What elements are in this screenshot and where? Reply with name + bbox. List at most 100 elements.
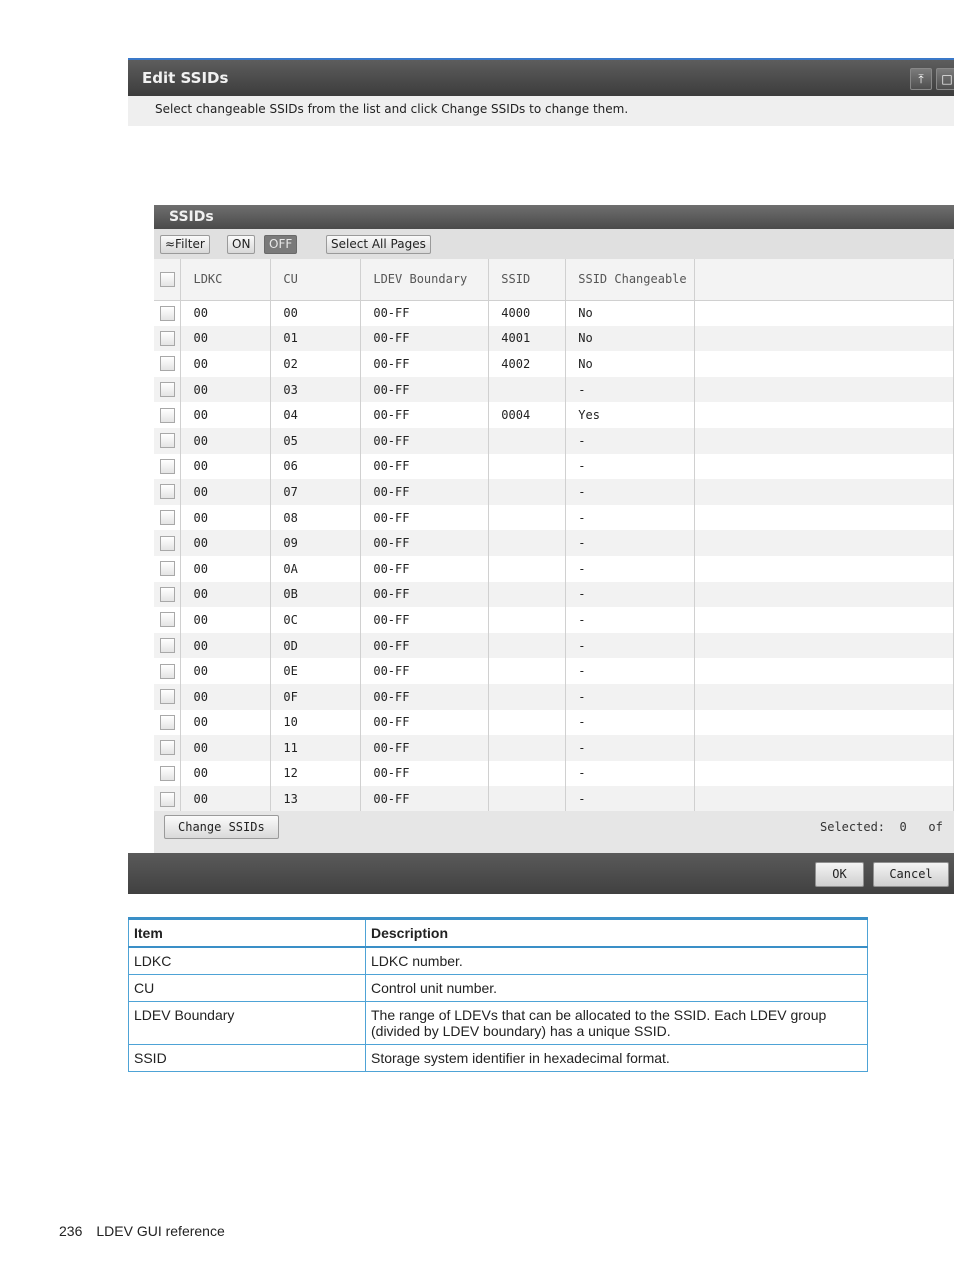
ok-button[interactable]: OK — [815, 862, 864, 887]
ssid-changeable-cell: - — [565, 530, 696, 556]
item-cell: LDKC — [128, 946, 366, 975]
ldkc-cell: 00 — [180, 402, 272, 428]
row-checkbox-cell — [154, 427, 182, 454]
blank-cell — [694, 479, 954, 505]
table-row[interactable]: 00 0B 00-FF - — [154, 581, 954, 608]
row-checkbox[interactable] — [159, 791, 175, 807]
column-header-ssid-changeable[interactable]: SSID Changeable — [565, 259, 696, 301]
row-checkbox-cell — [154, 351, 182, 377]
row-checkbox[interactable] — [159, 612, 175, 628]
blank-cell — [694, 683, 954, 710]
dialog-title: Edit SSIDs — [142, 69, 229, 87]
item-cell: LDEV Boundary — [128, 1001, 366, 1045]
ssid-changeable-cell: - — [565, 453, 696, 480]
row-checkbox[interactable] — [159, 689, 175, 705]
table-row: LDKC LDKC number. — [128, 946, 868, 975]
cu-cell: 0B — [270, 581, 362, 608]
table-row[interactable]: 00 13 00-FF - — [154, 786, 954, 811]
table-row[interactable]: 00 0F 00-FF - — [154, 683, 954, 710]
ldkc-cell: 00 — [180, 453, 272, 480]
row-checkbox[interactable] — [159, 433, 175, 449]
table-row: LDEV Boundary The range of LDEVs that ca… — [128, 1001, 868, 1045]
ssid-cell — [488, 607, 567, 633]
row-checkbox[interactable] — [159, 356, 175, 372]
page-footer: 236 LDEV GUI reference — [59, 1223, 239, 1239]
change-ssids-button[interactable]: Change SSIDs — [164, 815, 279, 839]
table-row[interactable]: 00 06 00-FF - — [154, 453, 954, 480]
filter-off-toggle[interactable]: OFF — [264, 235, 298, 254]
ssid-cell — [488, 581, 567, 608]
row-checkbox[interactable] — [159, 765, 175, 781]
maximize-icon[interactable]: □ — [936, 68, 954, 90]
select-all-pages-button[interactable]: Select All Pages — [326, 235, 431, 254]
table-row[interactable]: 00 0C 00-FF - — [154, 607, 954, 633]
ldev-boundary-cell: 00-FF — [360, 735, 490, 761]
table-row[interactable]: 00 0D 00-FF - — [154, 632, 954, 659]
blank-cell — [694, 402, 954, 428]
row-checkbox[interactable] — [159, 484, 175, 500]
row-checkbox[interactable] — [159, 740, 175, 756]
column-header-cu[interactable]: CU — [270, 259, 362, 301]
collapse-icon[interactable]: ⤒ — [910, 68, 932, 90]
row-checkbox[interactable] — [159, 561, 175, 577]
ssid-changeable-cell: Yes — [565, 402, 696, 428]
blank-cell — [694, 786, 954, 811]
row-checkbox[interactable] — [159, 305, 175, 321]
section-title: LDEV GUI reference — [96, 1223, 225, 1239]
ldkc-cell: 00 — [180, 555, 272, 582]
row-checkbox[interactable] — [159, 382, 175, 398]
description-cell: Storage system identifier in hexadecimal… — [365, 1044, 868, 1072]
table-row[interactable]: 00 04 00-FF 0004 Yes — [154, 402, 954, 428]
table-row[interactable]: 00 01 00-FF 4001 No — [154, 325, 954, 352]
table-row[interactable]: 00 05 00-FF - — [154, 427, 954, 454]
blank-cell — [694, 504, 954, 531]
ssid-cell — [488, 453, 567, 480]
cu-cell: 10 — [270, 709, 362, 736]
table-row[interactable]: 00 00 00-FF 4000 No — [154, 300, 954, 326]
row-checkbox[interactable] — [159, 638, 175, 654]
row-checkbox[interactable] — [159, 663, 175, 679]
panel-footer: Change SSIDs Selected: 0 of — [154, 811, 954, 853]
row-checkbox[interactable] — [159, 407, 175, 423]
blank-cell — [694, 658, 954, 684]
row-checkbox[interactable] — [159, 535, 175, 551]
blank-cell — [694, 632, 954, 659]
ssid-changeable-cell: - — [565, 786, 696, 811]
table-row[interactable]: 00 09 00-FF - — [154, 530, 954, 556]
cu-cell: 13 — [270, 786, 362, 811]
table-row[interactable]: 00 03 00-FF - — [154, 376, 954, 403]
ssid-changeable-cell: - — [565, 479, 696, 505]
table-row[interactable]: 00 0A 00-FF - — [154, 555, 954, 582]
ssid-cell — [488, 658, 567, 684]
ldkc-cell: 00 — [180, 351, 272, 377]
ldev-boundary-cell: 00-FF — [360, 683, 490, 710]
row-checkbox-cell — [154, 709, 182, 736]
column-header-ldkc[interactable]: LDKC — [180, 259, 272, 301]
table-row[interactable]: 00 08 00-FF - — [154, 504, 954, 531]
row-checkbox[interactable] — [159, 458, 175, 474]
row-checkbox[interactable] — [159, 510, 175, 526]
description-cell: LDKC number. — [365, 946, 868, 975]
ldev-boundary-cell: 00-FF — [360, 709, 490, 736]
ssid-cell — [488, 479, 567, 505]
blank-cell — [694, 351, 954, 377]
table-row[interactable]: 00 0E 00-FF - — [154, 658, 954, 684]
ldev-boundary-cell: 00-FF — [360, 658, 490, 684]
filter-on-toggle[interactable]: ON — [227, 235, 256, 254]
ldev-boundary-cell: 00-FF — [360, 786, 490, 811]
row-checkbox[interactable] — [159, 330, 175, 346]
table-row[interactable]: 00 12 00-FF - — [154, 760, 954, 787]
column-header-ldev-boundary[interactable]: LDEV Boundary — [360, 259, 490, 301]
table-row[interactable]: 00 10 00-FF - — [154, 709, 954, 736]
cancel-button[interactable]: Cancel — [873, 862, 949, 887]
select-all-checkbox[interactable] — [159, 271, 175, 287]
ssid-cell — [488, 555, 567, 582]
row-checkbox[interactable] — [159, 586, 175, 602]
row-checkbox[interactable] — [159, 714, 175, 730]
table-row[interactable]: 00 07 00-FF - — [154, 479, 954, 505]
table-row[interactable]: 00 02 00-FF 4002 No — [154, 351, 954, 377]
filter-button[interactable]: ≈Filter — [160, 235, 210, 254]
column-header-ssid[interactable]: SSID — [488, 259, 567, 301]
header-description: Description — [365, 918, 868, 948]
table-row[interactable]: 00 11 00-FF - — [154, 735, 954, 761]
